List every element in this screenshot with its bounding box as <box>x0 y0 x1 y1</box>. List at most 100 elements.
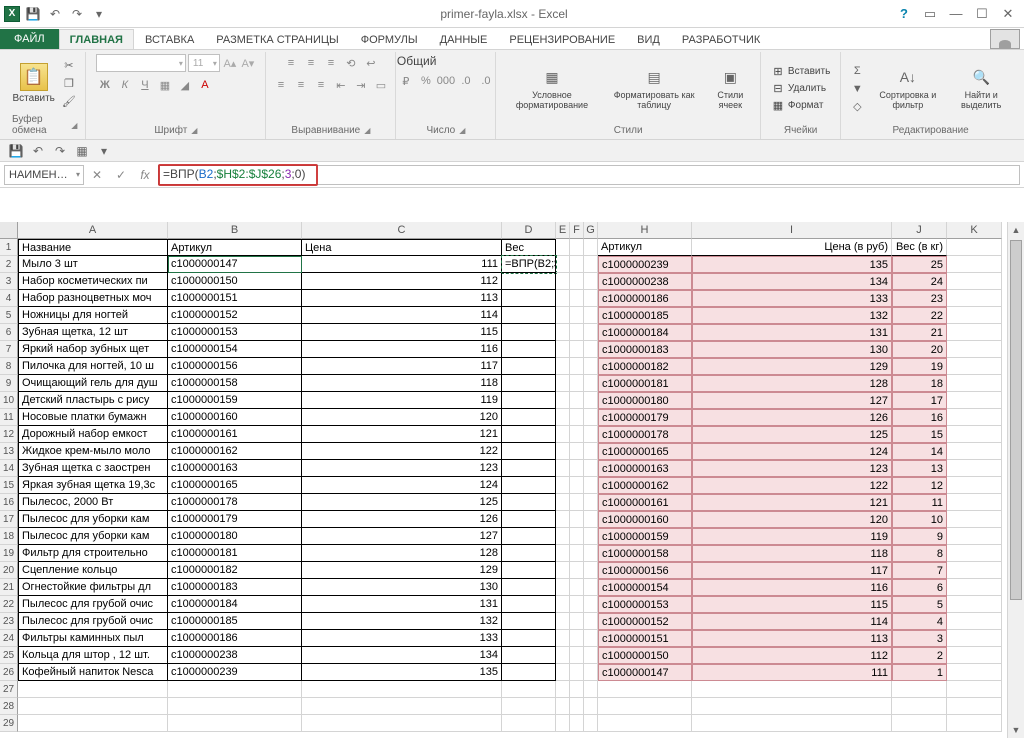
comma-icon[interactable]: 000 <box>437 72 455 90</box>
qat-redo-icon[interactable]: ↷ <box>68 5 86 23</box>
col-header[interactable]: A <box>18 222 168 239</box>
cell[interactable]: 124 <box>692 443 892 460</box>
cell[interactable] <box>502 273 556 290</box>
cell[interactable] <box>556 647 570 664</box>
cell[interactable] <box>947 647 1002 664</box>
cell[interactable] <box>570 664 584 681</box>
grow-font-icon[interactable]: A▴ <box>222 55 238 71</box>
number-format-select[interactable]: Общий <box>397 54 483 68</box>
cell[interactable] <box>570 545 584 562</box>
cell[interactable] <box>947 715 1002 732</box>
col-header[interactable]: D <box>502 222 556 239</box>
col-header[interactable]: E <box>556 222 570 239</box>
indent-inc-icon[interactable]: ⇥ <box>352 76 370 94</box>
ribbon-options-icon[interactable]: ▭ <box>918 4 942 24</box>
qat-calc-icon[interactable]: ▦ <box>74 143 90 159</box>
cell[interactable] <box>556 698 570 715</box>
shrink-font-icon[interactable]: A▾ <box>240 55 256 71</box>
cell[interactable] <box>692 698 892 715</box>
cell[interactable]: Сцепление кольцо <box>18 562 168 579</box>
row-header[interactable]: 22 <box>0 596 18 613</box>
cell[interactable]: с1000000147 <box>598 664 692 681</box>
cell[interactable]: 21 <box>892 324 947 341</box>
cell-styles-button[interactable]: ▣Стили ячеек <box>709 67 752 111</box>
cell[interactable]: с1000000182 <box>168 562 302 579</box>
cell[interactable] <box>947 358 1002 375</box>
dec-decimal-icon[interactable]: .0 <box>477 72 495 90</box>
cell[interactable]: Вес <box>502 239 556 256</box>
cell[interactable] <box>584 460 598 477</box>
cell[interactable] <box>570 426 584 443</box>
cell[interactable]: 118 <box>302 375 502 392</box>
cell[interactable] <box>556 273 570 290</box>
cell[interactable] <box>570 562 584 579</box>
underline-icon[interactable]: Ч <box>136 76 154 94</box>
cell[interactable] <box>502 409 556 426</box>
formula-input[interactable]: =ВПР(B2;$H$2:$J$26;3;0) <box>158 165 1020 185</box>
cell[interactable]: Вес (в кг) <box>892 239 947 256</box>
cell[interactable] <box>598 681 692 698</box>
cell[interactable] <box>556 392 570 409</box>
col-header[interactable]: F <box>570 222 584 239</box>
cell[interactable] <box>502 647 556 664</box>
cell[interactable] <box>556 324 570 341</box>
cell[interactable]: 134 <box>302 647 502 664</box>
tab-formulas[interactable]: ФОРМУЛЫ <box>350 29 429 49</box>
row-header[interactable]: 17 <box>0 511 18 528</box>
cell[interactable] <box>584 256 598 273</box>
row-header[interactable]: 8 <box>0 358 18 375</box>
cell[interactable]: 19 <box>892 358 947 375</box>
cell[interactable]: с1000000154 <box>168 341 302 358</box>
cell[interactable]: 17 <box>892 392 947 409</box>
col-header[interactable]: C <box>302 222 502 239</box>
cell[interactable] <box>692 681 892 698</box>
cell[interactable] <box>502 579 556 596</box>
delete-cells-button[interactable]: ⊟Удалить <box>769 81 832 97</box>
cell[interactable] <box>947 528 1002 545</box>
cell[interactable]: 116 <box>692 579 892 596</box>
align-bottom-icon[interactable]: ≡ <box>322 54 340 72</box>
cell[interactable]: 127 <box>302 528 502 545</box>
cell[interactable]: с1000000183 <box>168 579 302 596</box>
cell[interactable]: Яркий набор зубных щет <box>18 341 168 358</box>
cell[interactable]: 15 <box>892 426 947 443</box>
cell[interactable] <box>584 715 598 732</box>
cell[interactable]: Пылесос для грубой очис <box>18 596 168 613</box>
cell[interactable]: 118 <box>692 545 892 562</box>
cell[interactable] <box>584 511 598 528</box>
cell[interactable] <box>502 443 556 460</box>
format-painter-icon[interactable]: 🖌 <box>61 93 77 109</box>
cell[interactable]: с1000000159 <box>598 528 692 545</box>
cell[interactable] <box>947 392 1002 409</box>
col-header[interactable]: K <box>947 222 1002 239</box>
cell[interactable]: Набор разноцветных моч <box>18 290 168 307</box>
cell[interactable] <box>502 613 556 630</box>
cell[interactable] <box>502 341 556 358</box>
cell[interactable]: с1000000152 <box>598 613 692 630</box>
cell[interactable]: с1000000184 <box>168 596 302 613</box>
maximize-icon[interactable]: ☐ <box>970 4 994 24</box>
cell[interactable]: с1000000183 <box>598 341 692 358</box>
cell[interactable] <box>584 681 598 698</box>
indent-dec-icon[interactable]: ⇤ <box>332 76 350 94</box>
qat-dropdown-icon[interactable]: ▾ <box>96 143 112 159</box>
cell[interactable]: Жидкое крем-мыло моло <box>18 443 168 460</box>
font-name-select[interactable] <box>96 54 186 72</box>
row-header[interactable]: 16 <box>0 494 18 511</box>
cell[interactable]: 123 <box>302 460 502 477</box>
cell[interactable]: 7 <box>892 562 947 579</box>
cell[interactable] <box>502 290 556 307</box>
align-left-icon[interactable]: ≡ <box>272 76 290 94</box>
cell[interactable] <box>584 579 598 596</box>
cell[interactable] <box>584 477 598 494</box>
wrap-text-icon[interactable]: ↩ <box>362 54 380 72</box>
cell[interactable]: с1000000179 <box>168 511 302 528</box>
cell[interactable] <box>598 715 692 732</box>
tab-review[interactable]: РЕЦЕНЗИРОВАНИЕ <box>498 29 626 49</box>
qat-redo-icon[interactable]: ↷ <box>52 143 68 159</box>
cell[interactable] <box>570 392 584 409</box>
cell[interactable] <box>947 664 1002 681</box>
file-tab[interactable]: ФАЙЛ <box>0 29 59 49</box>
cell[interactable] <box>502 460 556 477</box>
cell[interactable]: 129 <box>302 562 502 579</box>
